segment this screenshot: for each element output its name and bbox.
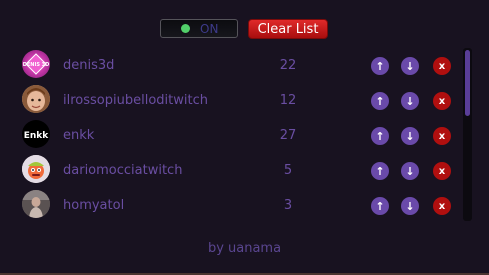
on-off-toggle[interactable]: ON: [160, 19, 238, 38]
message-count: 22: [279, 58, 297, 73]
message-count: 3: [283, 198, 293, 213]
move-down-button[interactable]: ↓: [401, 162, 419, 180]
move-down-button[interactable]: ↓: [401, 57, 419, 75]
remove-button[interactable]: x: [433, 92, 451, 110]
message-count: 5: [283, 163, 293, 178]
avatar: Enkk: [22, 120, 50, 148]
move-down-button[interactable]: ↓: [401, 197, 419, 215]
avatar: DENIS 3D: [22, 50, 50, 78]
list-item: DENIS 3D denis3d 22 ↑ ↓ x: [18, 48, 456, 83]
move-up-button[interactable]: ↑: [371, 162, 389, 180]
list-item: homyatol 3 ↑ ↓ x: [18, 188, 456, 223]
list-item: ilrossopiubelloditwitch 12 ↑ ↓ x: [18, 83, 456, 118]
credit-text: by uanama: [207, 241, 282, 256]
move-up-button[interactable]: ↑: [371, 197, 389, 215]
username: ilrossopiubelloditwitch: [63, 93, 208, 108]
user-list: DENIS 3D denis3d 22 ↑ ↓ x ilrossopiubell…: [18, 48, 456, 223]
move-up-button[interactable]: ↑: [371, 92, 389, 110]
remove-button[interactable]: x: [433, 57, 451, 75]
message-count: 27: [279, 128, 297, 143]
remove-button[interactable]: x: [433, 162, 451, 180]
username: dariomocciatwitch: [63, 163, 183, 178]
message-count: 12: [279, 93, 297, 108]
toggle-label: ON: [200, 21, 219, 36]
scroll-thumb[interactable]: [465, 50, 470, 116]
move-down-button[interactable]: ↓: [401, 127, 419, 145]
list-scrollbar[interactable]: [463, 48, 472, 221]
avatar: [22, 155, 50, 183]
list-item: dariomocciatwitch 5 ↑ ↓ x: [18, 153, 456, 188]
svg-text:DENIS 3D: DENIS 3D: [23, 62, 50, 68]
avatar: [22, 190, 50, 218]
status-dot-icon: [181, 24, 190, 33]
avatar: [22, 85, 50, 113]
username: denis3d: [63, 58, 115, 73]
move-up-button[interactable]: ↑: [371, 57, 389, 75]
username: enkk: [63, 128, 95, 143]
svg-text:Enkk: Enkk: [24, 131, 50, 141]
clear-list-button[interactable]: Clear List: [248, 19, 328, 39]
move-down-button[interactable]: ↓: [401, 92, 419, 110]
remove-button[interactable]: x: [433, 127, 451, 145]
list-item: Enkk enkk 27 ↑ ↓ x: [18, 118, 456, 153]
move-up-button[interactable]: ↑: [371, 127, 389, 145]
remove-button[interactable]: x: [433, 197, 451, 215]
username: homyatol: [63, 198, 125, 213]
top-controls: ON Clear List: [160, 19, 328, 39]
